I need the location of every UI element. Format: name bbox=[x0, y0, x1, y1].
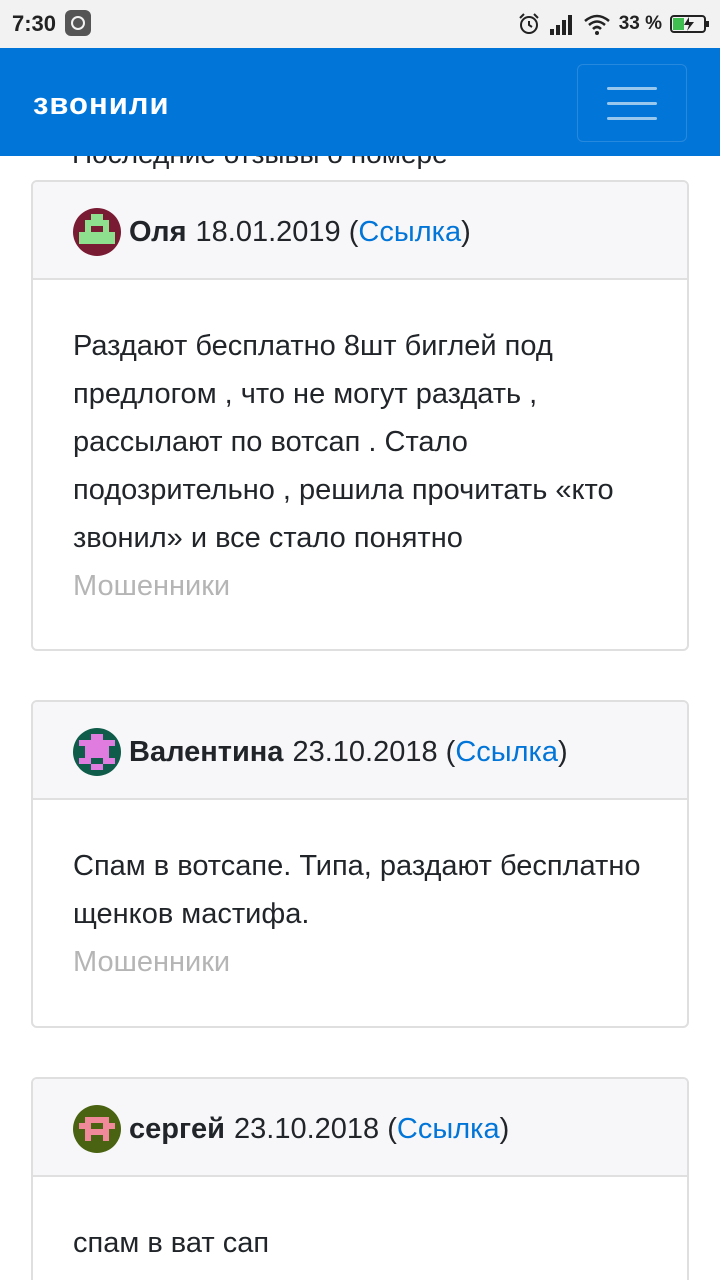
status-time: 7:30 bbox=[12, 11, 57, 36]
comment-permalink[interactable]: Ссылка bbox=[397, 1113, 500, 1146]
paren-close: ) bbox=[461, 215, 471, 248]
paren-close: ) bbox=[499, 1112, 510, 1145]
comment-card: сергей 23.10.2018 (Ссылка) спам в ват са… bbox=[31, 1077, 689, 1280]
menu-toggle-button[interactable] bbox=[577, 64, 687, 142]
comment-card: Оля 18.01.2019 (Ссылка) Раздают бесплатн… bbox=[31, 180, 689, 651]
status-indicators: 33 % bbox=[517, 12, 710, 36]
battery-percent: 33 % bbox=[618, 13, 662, 34]
comment-date: 18.01.2019 bbox=[195, 215, 341, 248]
comment-body: Спам в вотсапе. Типа, раздают бесплатно … bbox=[33, 800, 687, 986]
avatar bbox=[73, 728, 121, 776]
battery-charging-icon bbox=[670, 15, 709, 33]
comment-header: Валентина 23.10.2018 (Ссылка) bbox=[33, 702, 687, 800]
notification-app-icon bbox=[65, 10, 91, 36]
wifi-icon bbox=[583, 14, 610, 35]
comment-date: 23.10.2018 bbox=[292, 735, 438, 768]
comment-author: Валентина bbox=[129, 735, 284, 768]
comment-body: спам в ват сап Мошенники bbox=[33, 1177, 687, 1280]
alarm-icon bbox=[518, 13, 539, 34]
comment-category-tag[interactable]: Мошенники bbox=[73, 1267, 647, 1280]
comment-permalink[interactable]: Ссылка bbox=[358, 216, 461, 249]
paren-open: ( bbox=[348, 215, 359, 248]
signal-icon bbox=[549, 15, 572, 35]
navbar: звонили bbox=[0, 48, 720, 156]
avatar bbox=[73, 208, 121, 256]
status-bar: 7:30 33 % bbox=[0, 0, 720, 48]
comment-card: Валентина 23.10.2018 (Ссылка) Спам в вот… bbox=[31, 700, 689, 1028]
comment-text: Раздают бесплатно 8шт биглей под предлог… bbox=[73, 330, 614, 554]
comment-category-tag[interactable]: Мошенники bbox=[73, 562, 647, 610]
paren-open: ( bbox=[445, 735, 456, 768]
comment-text: Спам в вотсапе. Типа, раздают бесплатно … bbox=[73, 850, 641, 930]
comment-category-tag[interactable]: Мошенники bbox=[73, 938, 647, 986]
page-heading-clipped: Последние отзывы о номере bbox=[0, 156, 720, 180]
comment-text: спам в ват сап bbox=[73, 1227, 270, 1259]
site-brand[interactable]: звонили bbox=[33, 86, 170, 122]
comment-permalink[interactable]: Ссылка bbox=[455, 736, 558, 769]
comment-header: сергей 23.10.2018 (Ссылка) bbox=[33, 1079, 687, 1177]
comment-header: Оля 18.01.2019 (Ссылка) bbox=[33, 182, 687, 280]
paren-close: ) bbox=[558, 735, 568, 768]
comment-body: Раздают бесплатно 8шт биглей под предлог… bbox=[33, 280, 687, 610]
comment-author: Оля bbox=[129, 215, 187, 248]
avatar bbox=[73, 1105, 121, 1153]
paren-open: ( bbox=[387, 1112, 397, 1145]
comment-date: 23.10.2018 bbox=[234, 1112, 380, 1145]
page-heading: Последние отзывы о номере bbox=[72, 156, 448, 170]
comment-author: сергей bbox=[129, 1112, 226, 1145]
